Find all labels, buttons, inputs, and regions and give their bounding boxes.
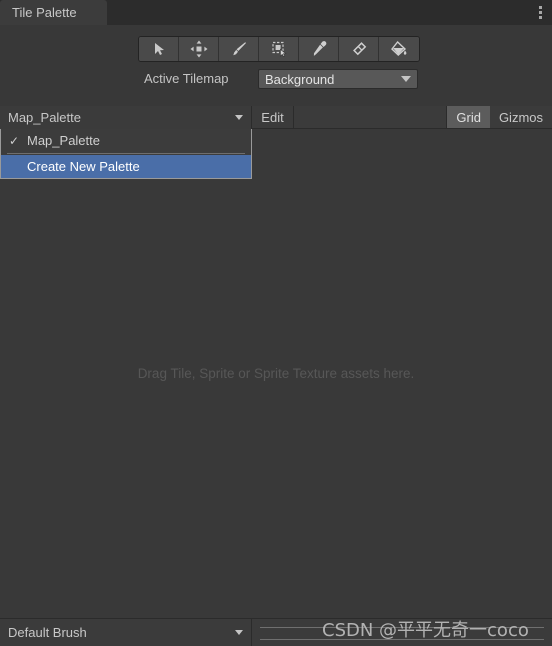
menu-item-create-new-palette[interactable]: Create New Palette bbox=[1, 155, 251, 178]
tab-tile-palette[interactable]: Tile Palette bbox=[0, 0, 107, 25]
box-fill-tool-button[interactable] bbox=[259, 37, 299, 61]
toolbar-region: Active Tilemap Background bbox=[0, 25, 552, 106]
edit-palette-button[interactable]: Edit bbox=[252, 106, 294, 128]
box-select-icon bbox=[270, 40, 288, 58]
chevron-down-icon bbox=[235, 630, 243, 635]
tab-label: Tile Palette bbox=[12, 5, 77, 20]
gizmos-toggle-label: Gizmos bbox=[498, 109, 543, 125]
move-tool-button[interactable] bbox=[179, 37, 219, 61]
chevron-down-icon bbox=[235, 115, 243, 120]
eraser-icon bbox=[350, 40, 368, 58]
menu-item-label: Map_Palette bbox=[27, 133, 100, 148]
palette-canvas[interactable]: Drag Tile, Sprite or Sprite Texture asse… bbox=[0, 129, 552, 618]
brush-dropdown-button[interactable]: Default Brush bbox=[0, 619, 252, 646]
kebab-dot bbox=[538, 11, 542, 14]
eyedropper-icon bbox=[310, 40, 328, 58]
move-arrows-icon bbox=[190, 40, 208, 58]
grid-toggle-button[interactable]: Grid bbox=[447, 106, 490, 128]
palette-toolbar-spacer bbox=[294, 106, 448, 128]
menu-item-map-palette[interactable]: ✓ Map_Palette bbox=[1, 129, 251, 152]
kebab-dot bbox=[538, 16, 542, 19]
active-tilemap-value: Background bbox=[265, 71, 335, 87]
tool-button-group bbox=[138, 36, 420, 62]
active-tilemap-row: Active Tilemap Background bbox=[0, 69, 552, 93]
window-tab-bar: Tile Palette bbox=[0, 0, 552, 25]
drop-hint-text: Drag Tile, Sprite or Sprite Texture asse… bbox=[137, 366, 415, 381]
select-tool-button[interactable] bbox=[139, 37, 179, 61]
tile-palette-window: Tile Palette Active Tilemap Background M… bbox=[0, 0, 552, 646]
chevron-down-icon bbox=[401, 76, 411, 82]
checkmark-icon: ✓ bbox=[9, 133, 20, 148]
paintbrush-icon bbox=[230, 40, 248, 58]
grid-toggle-label: Grid bbox=[456, 109, 481, 125]
menu-item-label: Create New Palette bbox=[27, 159, 140, 174]
palette-dropdown-menu: ✓ Map_Palette Create New Palette bbox=[0, 129, 252, 179]
cursor-arrow-icon bbox=[151, 41, 167, 57]
active-tilemap-label: Active Tilemap bbox=[144, 71, 229, 86]
palette-dropdown-button[interactable]: Map_Palette bbox=[0, 106, 252, 129]
fill-tool-button[interactable] bbox=[379, 37, 419, 61]
active-tilemap-dropdown[interactable]: Background bbox=[258, 69, 418, 89]
tab-bar-empty-space bbox=[107, 0, 528, 25]
palette-toolbar: Map_Palette Edit Grid Gizmos bbox=[0, 106, 552, 129]
edit-palette-label: Edit bbox=[261, 109, 284, 125]
menu-separator bbox=[7, 153, 245, 154]
brush-dropdown-value: Default Brush bbox=[8, 625, 87, 640]
csdn-watermark: CSDN @平平无奇一coco bbox=[322, 620, 529, 641]
paint-tool-button[interactable] bbox=[219, 37, 259, 61]
kebab-dot bbox=[538, 6, 542, 9]
erase-tool-button[interactable] bbox=[339, 37, 379, 61]
paint-bucket-icon bbox=[390, 40, 408, 58]
gizmos-toggle-button[interactable]: Gizmos bbox=[489, 106, 552, 128]
palette-dropdown-value: Map_Palette bbox=[8, 110, 81, 125]
picker-tool-button[interactable] bbox=[299, 37, 339, 61]
kebab-menu-icon[interactable] bbox=[528, 0, 552, 25]
